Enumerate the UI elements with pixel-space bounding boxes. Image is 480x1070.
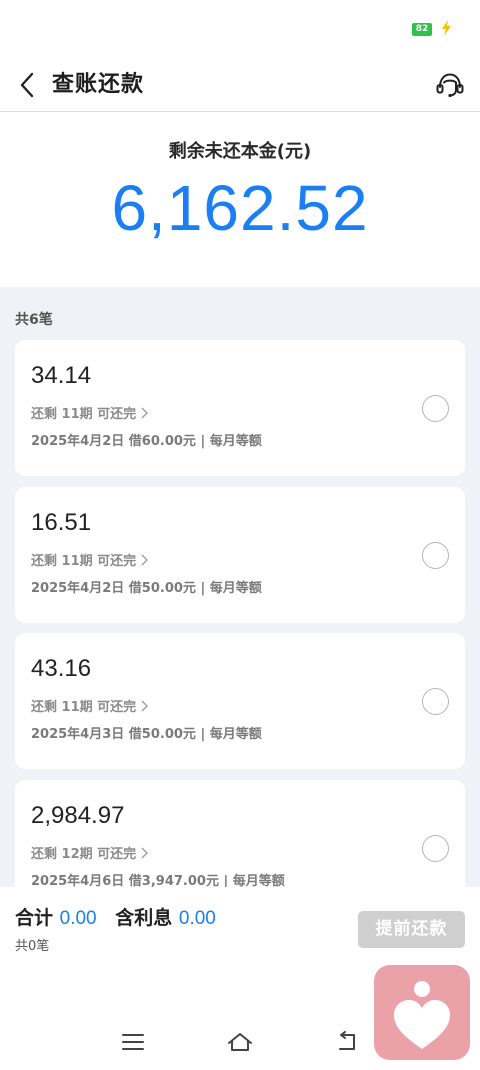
charging-bolt-icon: [442, 20, 451, 36]
loan-detail: 2025年4月3日 借50.00元 | 每月等额: [31, 727, 262, 742]
selected-count-label: 共0笔: [15, 939, 50, 954]
nav-menu-button[interactable]: [113, 1025, 153, 1059]
loan-card[interactable]: 43.16 还剩 11期 可还完 2025年4月3日 借50.00元 | 每月等…: [15, 633, 465, 769]
loan-remaining-text: 还剩 11期 可还完: [31, 700, 137, 715]
return-icon: [339, 1031, 355, 1050]
chevron-right-icon: [141, 700, 149, 711]
chevron-right-icon: [141, 554, 149, 565]
loan-amount: 2,984.97: [31, 802, 125, 829]
loan-detail: 2025年4月2日 借60.00元 | 每月等额: [31, 434, 262, 449]
loan-remaining-text: 还剩 11期 可还完: [31, 554, 137, 569]
floating-app-shortcut[interactable]: [374, 965, 470, 1060]
loan-amount: 43.16: [31, 655, 92, 682]
customer-service-button[interactable]: [432, 66, 468, 104]
loan-select-radio[interactable]: [422, 835, 449, 862]
remaining-principal-amount: 6,162.52: [111, 172, 369, 244]
total-label: 合计: [15, 907, 54, 929]
loan-card[interactable]: 2,984.97 还剩 12期 可还完 2025年4月6日 借3,947.00元…: [15, 780, 465, 887]
loan-remaining-link[interactable]: 还剩 11期 可还完: [31, 550, 149, 569]
page-title: 查账还款: [52, 72, 145, 97]
chevron-right-icon: [141, 407, 149, 418]
loan-remaining-link[interactable]: 还剩 11期 可还完: [31, 403, 149, 422]
heart-person-icon: [394, 981, 450, 1049]
nav-home-button[interactable]: [220, 1025, 260, 1059]
loan-remaining-text: 还剩 12期 可还完: [31, 847, 137, 862]
loan-detail: 2025年4月2日 借50.00元 | 每月等额: [31, 581, 262, 596]
battery-icon: 82: [412, 23, 432, 36]
loan-remaining-link[interactable]: 还剩 11期 可还完: [31, 696, 149, 715]
back-button[interactable]: [12, 66, 42, 104]
loan-count-label: 共6笔: [15, 312, 53, 328]
chevron-right-icon: [141, 847, 149, 858]
status-bar: 82: [0, 0, 480, 58]
loan-remaining-text: 还剩 11期 可还完: [31, 407, 137, 422]
chevron-left-icon: [20, 72, 34, 98]
app-header: 查账还款: [0, 58, 480, 112]
prepay-button[interactable]: 提前还款: [358, 911, 465, 948]
interest-label: 含利息: [115, 907, 173, 929]
loan-detail: 2025年4月6日 借3,947.00元 | 每月等额: [31, 874, 285, 887]
loan-select-radio[interactable]: [422, 688, 449, 715]
total-row: 合计 0.00 含利息 0.00: [15, 903, 228, 930]
interest-value: 0.00: [178, 908, 216, 929]
remaining-principal-summary: 剩余未还本金(元) 6,162.52: [0, 113, 480, 287]
home-icon: [228, 1033, 252, 1051]
nav-back-button[interactable]: [327, 1025, 367, 1059]
remaining-principal-label: 剩余未还本金(元): [168, 141, 312, 162]
loan-card[interactable]: 34.14 还剩 11期 可还完 2025年4月2日 借60.00元 | 每月等…: [15, 340, 465, 476]
loan-remaining-link[interactable]: 还剩 12期 可还完: [31, 843, 149, 862]
loan-amount: 16.51: [31, 509, 92, 536]
menu-icon: [122, 1034, 144, 1050]
headset-icon: [436, 73, 464, 98]
loan-card[interactable]: 16.51 还剩 11期 可还完 2025年4月2日 借50.00元 | 每月等…: [15, 487, 465, 623]
loan-select-radio[interactable]: [422, 395, 449, 422]
loan-list[interactable]: 共6笔 34.14 还剩 11期 可还完 2025年4月2日 借60.00元 |…: [0, 287, 480, 887]
loan-select-radio[interactable]: [422, 542, 449, 569]
total-value: 0.00: [59, 908, 97, 929]
loan-amount: 34.14: [31, 362, 92, 389]
